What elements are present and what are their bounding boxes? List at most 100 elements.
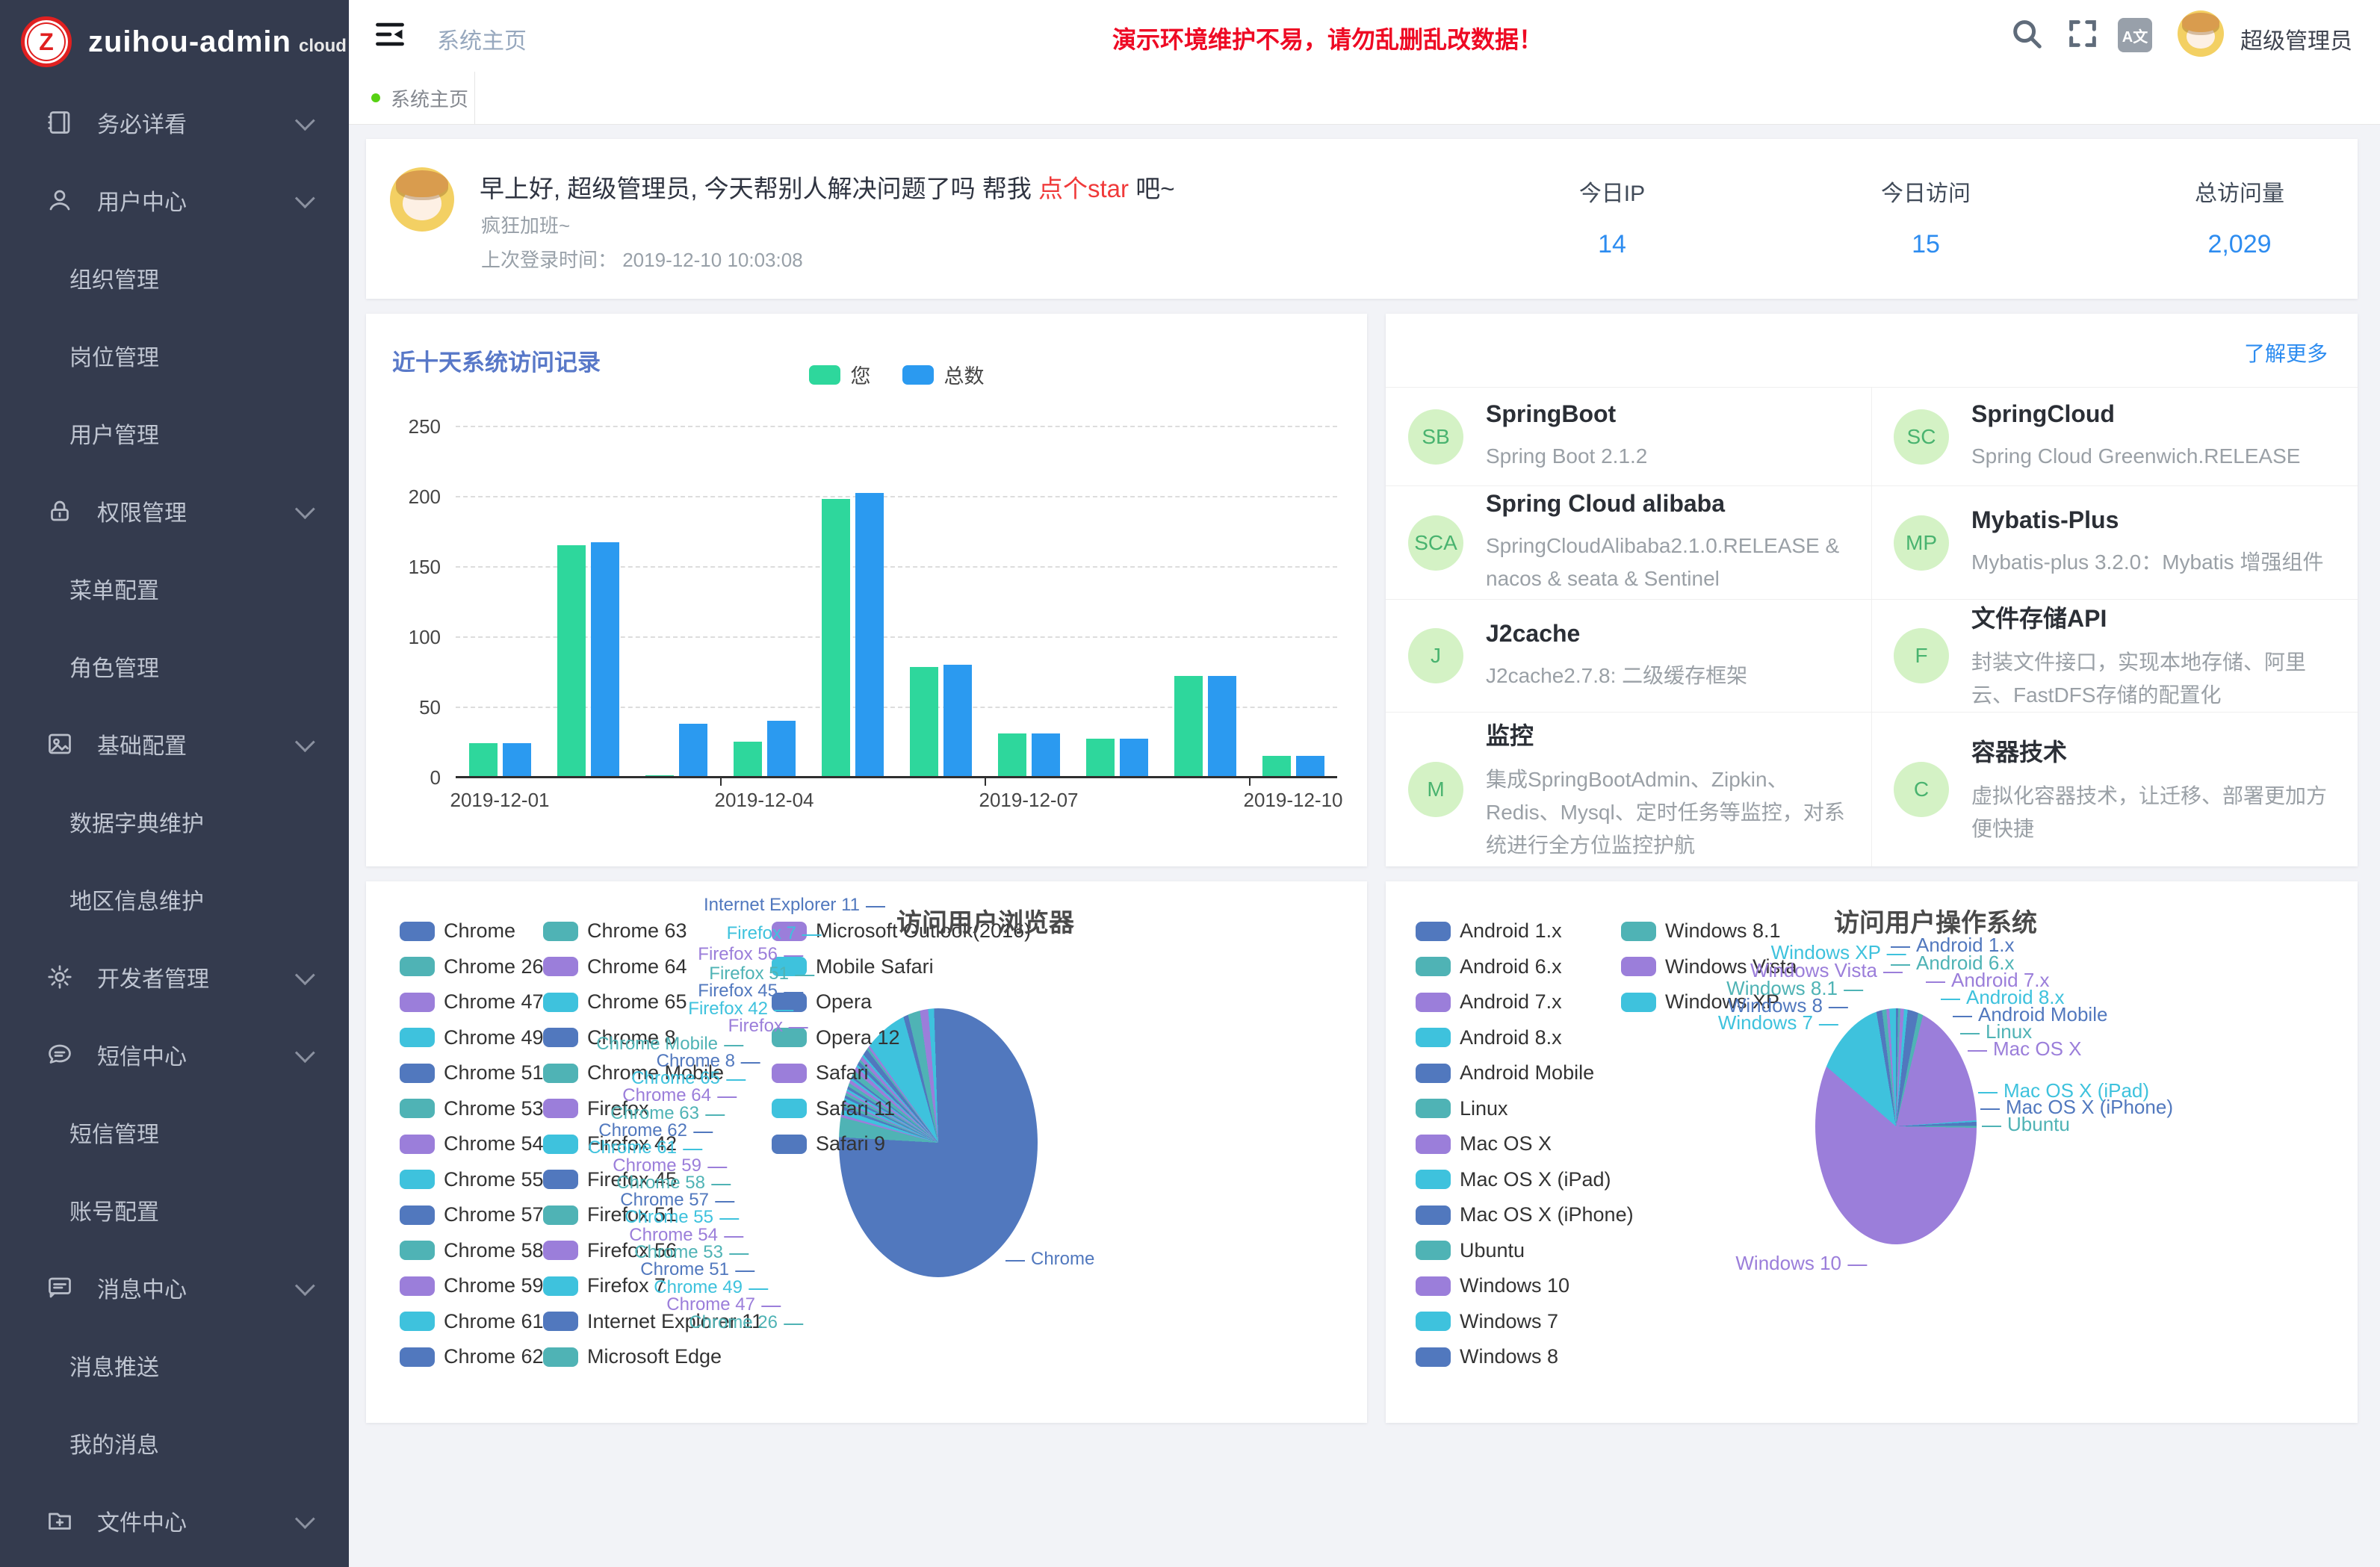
legend-item-Android Mobile[interactable]: Android Mobile <box>1416 1061 1594 1085</box>
legend-item-总数[interactable]: 总数 <box>902 360 985 389</box>
sidebar-item-3[interactable]: 岗位管理 <box>0 317 349 394</box>
legend-item-Android 8.x[interactable]: Android 8.x <box>1416 1026 1562 1049</box>
legend-item-Mac OS X (iPhone)[interactable]: Mac OS X (iPhone) <box>1416 1203 1634 1226</box>
legend-item-Windows 7[interactable]: Windows 7 <box>1416 1310 1558 1333</box>
sidebar-item-1[interactable]: 用户中心 <box>0 161 349 239</box>
sidebar: Z zuihou-admincloud 务必详看用户中心组织管理岗位管理用户管理… <box>0 0 349 1567</box>
legend-item-Chrome 55[interactable]: Chrome 55 <box>400 1168 544 1191</box>
legend-item-Ubuntu[interactable]: Ubuntu <box>1416 1239 1525 1262</box>
legend-item-Chrome[interactable]: Chrome <box>400 919 515 943</box>
sidebar-item-13[interactable]: 短信管理 <box>0 1093 349 1171</box>
fullscreen-icon[interactable] <box>2066 16 2100 51</box>
legend-item-Chrome 54[interactable]: Chrome 54 <box>400 1132 544 1155</box>
current-user-name[interactable]: 超级管理员 <box>2240 22 2352 55</box>
legend-label: Chrome 47 <box>444 990 544 1014</box>
legend-item-Chrome 59[interactable]: Chrome 59 <box>400 1274 544 1297</box>
legend-label: Safari 9 <box>816 1132 885 1155</box>
legend-item-Safari[interactable]: Safari <box>772 1061 869 1085</box>
tech-card-6[interactable]: M监控集成SpringBootAdmin、Zipkin、Redis、Mysql、… <box>1386 712 1871 866</box>
legend-swatch <box>772 1099 807 1118</box>
sidebar-item-4[interactable]: 用户管理 <box>0 394 349 472</box>
legend-item-您[interactable]: 您 <box>809 360 871 389</box>
legend-item-Windows 8.1[interactable]: Windows 8.1 <box>1621 919 1781 943</box>
sidebar-item-10[interactable]: 地区信息维护 <box>0 860 349 938</box>
legend-swatch <box>1416 993 1451 1012</box>
legend-swatch <box>400 1099 435 1118</box>
sidebar-item-6[interactable]: 菜单配置 <box>0 550 349 627</box>
sidebar-item-12[interactable]: 短信中心 <box>0 1016 349 1093</box>
star-link[interactable]: 点个star <box>1038 175 1129 202</box>
sidebar-item-15[interactable]: 消息中心 <box>0 1249 349 1326</box>
sidebar-item-label: 开发者管理 <box>97 961 209 993</box>
legend-label: Chrome 61 <box>444 1310 544 1333</box>
legend-item-Safari 11[interactable]: Safari 11 <box>772 1097 895 1120</box>
legend-label: Chrome 53 <box>444 1097 544 1120</box>
tech-card-title: Mybatis-Plus <box>1971 506 2323 534</box>
tech-card-7[interactable]: C容器技术虚拟化容器技术，让迁移、部署更加方便快捷 <box>1871 712 2358 866</box>
legend-label: Safari <box>816 1061 869 1085</box>
legend-label: Windows 10 <box>1460 1274 1569 1297</box>
legend-item-Mac OS X[interactable]: Mac OS X <box>1416 1132 1552 1155</box>
sidebar-item-8[interactable]: 基础配置 <box>0 705 349 783</box>
tech-card-5[interactable]: F文件存储API封装文件接口，实现本地存储、阿里云、FastDFS存储的配置化 <box>1871 599 2358 712</box>
sidebar-item-7[interactable]: 角色管理 <box>0 627 349 705</box>
legend-item-Android 1.x[interactable]: Android 1.x <box>1416 919 1562 943</box>
tech-card-2[interactable]: SCASpring Cloud alibabaSpringCloudAlibab… <box>1386 485 1871 599</box>
legend-item-Chrome 65[interactable]: Chrome 65 <box>543 990 687 1014</box>
breadcrumb[interactable]: 系统主页 <box>437 22 527 55</box>
legend-item-Windows 10[interactable]: Windows 10 <box>1416 1274 1569 1297</box>
sidebar-item-5[interactable]: 权限管理 <box>0 472 349 550</box>
tech-card-3[interactable]: MPMybatis-PlusMybatis-plus 3.2.0：Mybatis… <box>1871 485 2358 599</box>
message-icon <box>46 1274 73 1301</box>
sidebar-item-0[interactable]: 务必详看 <box>0 84 349 161</box>
legend-label: Ubuntu <box>1460 1239 1525 1262</box>
tech-card-0[interactable]: SBSpringBootSpring Boot 2.1.2 <box>1386 387 1871 485</box>
legend-item-Chrome 49[interactable]: Chrome 49 <box>400 1026 544 1049</box>
sidebar-item-label: 基础配置 <box>97 727 187 760</box>
legend-swatch <box>1416 922 1451 941</box>
legend-item-Linux[interactable]: Linux <box>1416 1097 1508 1120</box>
legend-item-Chrome 47[interactable]: Chrome 47 <box>400 990 544 1014</box>
stat-label: 今日访问 <box>1806 175 2045 208</box>
tab-home[interactable]: 系统主页 <box>349 72 475 124</box>
tech-card-1[interactable]: SCSpringCloudSpring Cloud Greenwich.RELE… <box>1871 387 2358 485</box>
legend-item-Android 6.x[interactable]: Android 6.x <box>1416 955 1562 978</box>
legend-item-Chrome 57[interactable]: Chrome 57 <box>400 1203 544 1226</box>
legend-item-Chrome 53[interactable]: Chrome 53 <box>400 1097 544 1120</box>
x-axis-label: 2019-12-01 <box>450 789 550 812</box>
legend-item-Chrome 62[interactable]: Chrome 62 <box>400 1345 544 1368</box>
legend-item-Chrome 61[interactable]: Chrome 61 <box>400 1310 544 1333</box>
legend-item-Android 7.x[interactable]: Android 7.x <box>1416 990 1562 1014</box>
user-avatar[interactable] <box>2178 10 2224 57</box>
legend-swatch <box>400 1347 435 1367</box>
legend-item-Mac OS X (iPad)[interactable]: Mac OS X (iPad) <box>1416 1168 1611 1191</box>
legend-item-Safari 9[interactable]: Safari 9 <box>772 1132 885 1155</box>
sidebar-item-18[interactable]: 文件中心 <box>0 1482 349 1560</box>
sidebar-item-17[interactable]: 我的消息 <box>0 1404 349 1482</box>
app-logo[interactable]: Z zuihou-admincloud <box>0 0 349 67</box>
language-icon[interactable]: A文 <box>2118 18 2152 52</box>
search-icon[interactable] <box>2009 16 2044 51</box>
sidebar-item-9[interactable]: 数据字典维护 <box>0 783 349 860</box>
legend-item-Chrome 63[interactable]: Chrome 63 <box>543 919 687 943</box>
tech-card-4[interactable]: JJ2cacheJ2cache2.7.8: 二级缓存框架 <box>1386 599 1871 712</box>
sidebar-item-label: 用户管理 <box>69 417 159 450</box>
legend-item-Chrome 51[interactable]: Chrome 51 <box>400 1061 544 1085</box>
sidebar-item-label: 角色管理 <box>69 650 159 683</box>
sidebar-item-2[interactable]: 组织管理 <box>0 239 349 317</box>
sidebar-item-16[interactable]: 消息推送 <box>0 1326 349 1404</box>
sidebar-item-11[interactable]: 开发者管理 <box>0 938 349 1016</box>
collapse-sidebar-icon[interactable] <box>374 18 406 51</box>
legend-swatch <box>809 365 840 385</box>
legend-item-Windows 8[interactable]: Windows 8 <box>1416 1345 1558 1368</box>
sidebar-item-14[interactable]: 账号配置 <box>0 1171 349 1249</box>
legend-item-Chrome 58[interactable]: Chrome 58 <box>400 1239 544 1262</box>
legend-item-Microsoft Edge[interactable]: Microsoft Edge <box>543 1345 722 1368</box>
bar-group-2019-12-10 <box>1249 426 1337 777</box>
legend-item-Chrome 64[interactable]: Chrome 64 <box>543 955 687 978</box>
tech-card-title: SpringCloud <box>1971 400 2300 428</box>
legend-item-Chrome 26[interactable]: Chrome 26 <box>400 955 544 978</box>
bar-groups <box>456 426 1337 777</box>
learn-more-link[interactable]: 了解更多 <box>2244 338 2328 367</box>
legend-swatch <box>543 1099 578 1118</box>
